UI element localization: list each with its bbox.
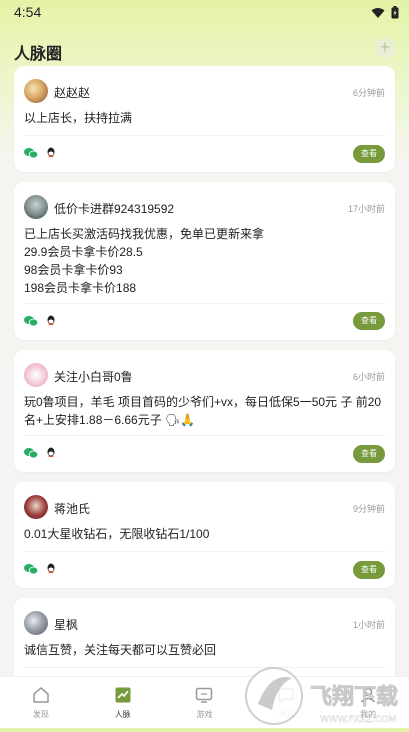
post-time: 6小时前 — [352, 372, 385, 382]
tab-label: 发现 — [32, 710, 49, 719]
watermark-graphic: 飞翔下载 WWW.FXXZ.COM — [245, 667, 398, 725]
watermark-url: WWW.FXXZ.COM — [320, 715, 396, 725]
avatar[interactable] — [24, 79, 48, 103]
tab-label: 人脉 — [114, 710, 131, 719]
post-card[interactable]: 蒋池氏 9分钟前 0.01大星收钻石，无限收钻石1/100 查看 — [14, 482, 395, 588]
watermark-logo: 飞翔下载 WWW.FXXZ.COM — [240, 642, 409, 727]
view-button[interactable]: 查看 — [353, 145, 385, 163]
battery-icon — [391, 6, 399, 19]
home-icon — [33, 687, 49, 703]
post-content: 已上店长买激活码找我优惠，免单已更新来拿 29.9会员卡拿卡价28.5 98会员… — [24, 227, 265, 295]
post-time: 9分钟前 — [352, 504, 385, 514]
tab-label: 游戏 — [196, 710, 213, 719]
qq-icon[interactable] — [46, 147, 56, 159]
avatar[interactable] — [24, 195, 48, 219]
feed-list[interactable]: 赵赵赵 6分钟前 以上店长，扶持拉满 查看 低价卡进群924319592 17小… — [0, 66, 409, 676]
qq-icon[interactable] — [46, 315, 56, 327]
post-author[interactable]: 关注小白哥0鲁 — [54, 368, 133, 385]
post-card[interactable]: 关注小白哥0鲁 6小时前 玩0鲁项目，羊毛 项目首码的少爷们+vx，每日低保5一… — [14, 350, 395, 472]
wechat-icon[interactable] — [24, 447, 38, 459]
post-content: 0.01大星收钻石，无限收钻石1/100 — [24, 527, 210, 541]
status-bar: 4:54 — [0, 0, 409, 24]
status-icons — [371, 6, 399, 19]
post-author[interactable]: 赵赵赵 — [54, 84, 90, 101]
avatar[interactable] — [24, 363, 48, 387]
divider — [24, 303, 385, 304]
post-time: 1小时前 — [352, 620, 385, 630]
post-content: 以上店长，扶持拉满 — [24, 111, 133, 125]
tv-icon — [196, 687, 213, 703]
qq-icon[interactable] — [46, 447, 56, 459]
contacts-icon — [115, 687, 131, 703]
status-time: 4:54 — [14, 4, 42, 20]
divider — [24, 551, 385, 552]
qq-icon[interactable] — [46, 563, 56, 575]
view-button[interactable]: 查看 — [353, 561, 385, 579]
post-card[interactable]: 赵赵赵 6分钟前 以上店长，扶持拉满 查看 — [14, 66, 395, 172]
contact-icons — [24, 447, 56, 459]
page-title: 人脉圈 — [14, 46, 63, 63]
header: 人脉圈 + — [0, 28, 409, 68]
wechat-icon[interactable] — [24, 563, 38, 575]
tab-contacts[interactable]: 人脉 — [82, 677, 164, 728]
avatar[interactable] — [24, 495, 48, 519]
avatar[interactable] — [24, 611, 48, 635]
tab-discover[interactable]: 发现 — [0, 677, 82, 728]
wechat-icon[interactable] — [24, 315, 38, 327]
post-content: 玩0鲁项目，羊毛 项目首码的少爷们+vx，每日低保5一50元 子 前20名+上安… — [24, 395, 382, 427]
post-time: 6分钟前 — [352, 88, 385, 98]
add-post-button[interactable]: + — [375, 38, 395, 58]
tab-games[interactable]: 游戏 — [164, 677, 246, 728]
divider — [24, 435, 385, 436]
wifi-icon — [371, 7, 385, 18]
post-author[interactable]: 蒋池氏 — [54, 500, 90, 517]
post-author[interactable]: 低价卡进群924319592 — [54, 200, 174, 217]
watermark-text: 飞翔下载 — [310, 684, 398, 710]
plus-icon: + — [379, 37, 391, 57]
view-button[interactable]: 查看 — [353, 445, 385, 463]
divider — [24, 135, 385, 136]
post-card[interactable]: 低价卡进群924319592 17小时前 已上店长买激活码找我优惠，免单已更新来… — [14, 182, 395, 340]
contact-icons — [24, 563, 56, 575]
post-time: 17小时前 — [347, 204, 385, 214]
contact-icons — [24, 147, 56, 159]
contact-icons — [24, 315, 56, 327]
view-button[interactable]: 查看 — [353, 312, 385, 330]
post-author[interactable]: 星枫 — [54, 616, 78, 633]
wechat-icon[interactable] — [24, 147, 38, 159]
